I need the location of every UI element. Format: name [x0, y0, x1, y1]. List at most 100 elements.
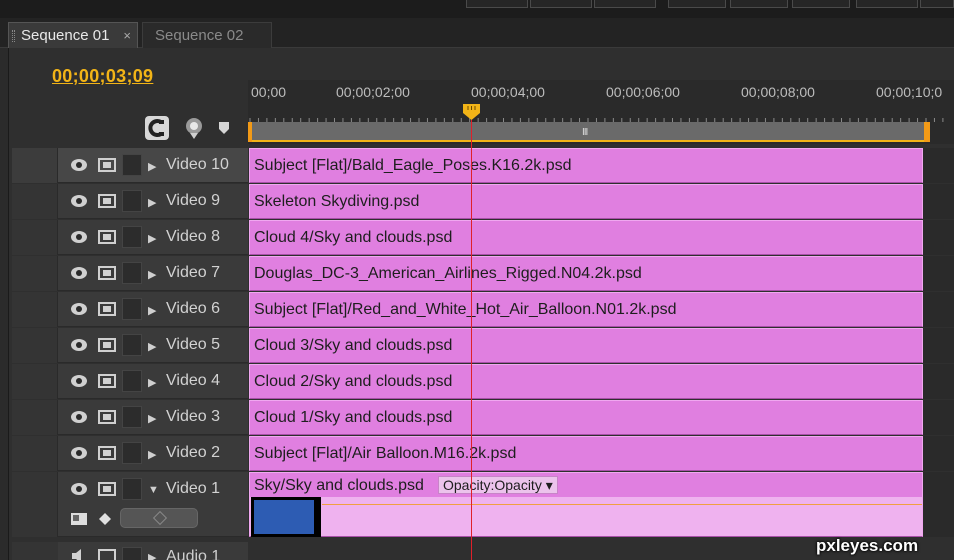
toolbar-button[interactable]: [530, 0, 592, 8]
track-row[interactable]: ▶ Video 7 Douglas_DC-3_American_Airlines…: [12, 256, 954, 292]
track-row[interactable]: ▶ Video 8 Cloud 4/Sky and clouds.psd: [12, 220, 954, 256]
lock-toggle[interactable]: [122, 334, 142, 356]
track-header[interactable]: ▶ Video 8: [12, 220, 248, 255]
opacity-dropdown[interactable]: Opacity:Opacity ▾: [438, 476, 558, 494]
expand-triangle-icon[interactable]: ▶: [148, 196, 156, 209]
track-row[interactable]: ▶ Video 3 Cloud 1/Sky and clouds.psd: [12, 400, 954, 436]
set-encore-marker-icon[interactable]: [182, 116, 206, 140]
lock-toggle[interactable]: [122, 547, 142, 560]
clip[interactable]: Skeleton Skydiving.psd: [249, 184, 923, 219]
toolbar-button[interactable]: [792, 0, 850, 8]
opacity-keyframe-line[interactable]: [322, 504, 922, 505]
clip[interactable]: Sky/Sky and clouds.psd Opacity:Opacity ▾: [249, 472, 923, 537]
add-keyframe-icon[interactable]: [152, 510, 168, 526]
sync-lock-icon[interactable]: [98, 549, 116, 560]
work-area-start-handle[interactable]: [248, 122, 252, 142]
track-header[interactable]: ▶ Video 3: [12, 400, 248, 435]
lock-toggle[interactable]: [122, 154, 142, 176]
sync-lock-icon[interactable]: [98, 338, 116, 352]
clip[interactable]: Cloud 1/Sky and clouds.psd: [249, 400, 923, 435]
track-header[interactable]: ▶ Video 4: [12, 364, 248, 399]
playhead-line[interactable]: [471, 120, 472, 560]
lock-toggle[interactable]: [122, 406, 142, 428]
toolbar-button[interactable]: [920, 0, 954, 8]
track-row[interactable]: ▶ Video 4 Cloud 2/Sky and clouds.psd: [12, 364, 954, 400]
clip[interactable]: Subject [Flat]/Bald_Eagle_Poses.K16.2k.p…: [249, 148, 923, 183]
eye-icon[interactable]: [70, 265, 88, 281]
clip[interactable]: Subject [Flat]/Air Balloon.M16.2k.psd: [249, 436, 923, 471]
track-header[interactable]: ▶ Video 10: [12, 148, 248, 183]
clip[interactable]: Cloud 2/Sky and clouds.psd: [249, 364, 923, 399]
current-timecode[interactable]: 00;00;03;09: [52, 66, 153, 87]
lock-toggle[interactable]: [122, 298, 142, 320]
track-header[interactable]: ▶ Video 6: [12, 292, 248, 327]
sync-lock-icon[interactable]: [98, 230, 116, 244]
clip[interactable]: Cloud 3/Sky and clouds.psd: [249, 328, 923, 363]
eye-icon[interactable]: [70, 337, 88, 353]
toolbar-button[interactable]: [668, 0, 726, 8]
expand-triangle-icon[interactable]: ▶: [148, 304, 156, 317]
sync-lock-icon[interactable]: [98, 374, 116, 388]
collapse-triangle-icon[interactable]: ▼: [148, 484, 159, 496]
add-marker-icon[interactable]: [216, 116, 240, 140]
track-row[interactable]: ▶ Video 10 Subject [Flat]/Bald_Eagle_Pos…: [12, 148, 954, 184]
eye-icon[interactable]: [70, 373, 88, 389]
track-row[interactable]: ▶ Video 5 Cloud 3/Sky and clouds.psd: [12, 328, 954, 364]
expand-triangle-icon[interactable]: ▶: [148, 551, 156, 560]
track-header[interactable]: ▼ Video 1: [12, 472, 248, 537]
sync-lock-icon[interactable]: [98, 446, 116, 460]
track-header[interactable]: ▶ Video 7: [12, 256, 248, 291]
time-ruler[interactable]: 00;00 00;00;02;00 00;00;04;00 00;00;06;0…: [248, 80, 954, 144]
playhead-handle-icon[interactable]: [463, 104, 480, 120]
tab-grip-icon[interactable]: [12, 30, 15, 42]
expand-triangle-icon[interactable]: ▶: [148, 268, 156, 281]
expand-triangle-icon[interactable]: ▶: [148, 160, 156, 173]
expand-triangle-icon[interactable]: ▶: [148, 376, 156, 389]
track-row[interactable]: ▶ Video 9 Skeleton Skydiving.psd: [12, 184, 954, 220]
track-header[interactable]: ▶ Audio 1: [12, 542, 248, 560]
eye-icon[interactable]: [70, 229, 88, 245]
display-style-icon[interactable]: [70, 512, 88, 526]
show-keyframes-icon[interactable]: [98, 512, 112, 526]
keyframe-navigator[interactable]: [120, 508, 198, 528]
lock-toggle[interactable]: [122, 478, 142, 500]
expand-triangle-icon[interactable]: ▶: [148, 412, 156, 425]
lock-toggle[interactable]: [122, 226, 142, 248]
toolbar-button[interactable]: [856, 0, 918, 8]
track-header[interactable]: ▶ Video 2: [12, 436, 248, 471]
eye-icon[interactable]: [70, 301, 88, 317]
track-row[interactable]: ▼ Video 1 Sky/Sky and clouds.psd Opacity…: [12, 472, 954, 538]
expand-triangle-icon[interactable]: ▶: [148, 448, 156, 461]
sync-lock-icon[interactable]: [98, 158, 116, 172]
sync-lock-icon[interactable]: [98, 482, 116, 496]
sync-lock-icon[interactable]: [98, 194, 116, 208]
toolbar-button[interactable]: [594, 0, 656, 8]
tab-sequence-02[interactable]: Sequence 02: [142, 22, 272, 48]
clip[interactable]: Subject [Flat]/Red_and_White_Hot_Air_Bal…: [249, 292, 923, 327]
clip[interactable]: Cloud 4/Sky and clouds.psd: [249, 220, 923, 255]
sync-lock-icon[interactable]: [98, 410, 116, 424]
toolbar-button[interactable]: [466, 0, 528, 8]
snap-icon[interactable]: [145, 116, 169, 140]
toolbar-button[interactable]: [730, 0, 788, 8]
track-row[interactable]: ▶ Video 2 Subject [Flat]/Air Balloon.M16…: [12, 436, 954, 472]
speaker-icon[interactable]: [70, 548, 88, 560]
eye-icon[interactable]: [70, 193, 88, 209]
sync-lock-icon[interactable]: [98, 302, 116, 316]
track-row[interactable]: ▶ Video 6 Subject [Flat]/Red_and_White_H…: [12, 292, 954, 328]
work-area-bar[interactable]: III: [248, 122, 928, 142]
track-header[interactable]: ▶ Video 5: [12, 328, 248, 363]
expand-triangle-icon[interactable]: ▶: [148, 232, 156, 245]
eye-icon[interactable]: [70, 481, 88, 497]
sync-lock-icon[interactable]: [98, 266, 116, 280]
close-icon[interactable]: ×: [123, 23, 131, 49]
work-area-grip[interactable]: III: [582, 127, 588, 138]
work-area-end-handle[interactable]: [924, 122, 930, 142]
expand-triangle-icon[interactable]: ▶: [148, 340, 156, 353]
tab-sequence-01[interactable]: Sequence 01 ×: [8, 22, 138, 48]
audio-track-row[interactable]: ▶ Audio 1: [12, 542, 954, 560]
clip[interactable]: Douglas_DC-3_American_Airlines_Rigged.N0…: [249, 256, 923, 291]
eye-icon[interactable]: [70, 445, 88, 461]
eye-icon[interactable]: [70, 157, 88, 173]
lock-toggle[interactable]: [122, 370, 142, 392]
